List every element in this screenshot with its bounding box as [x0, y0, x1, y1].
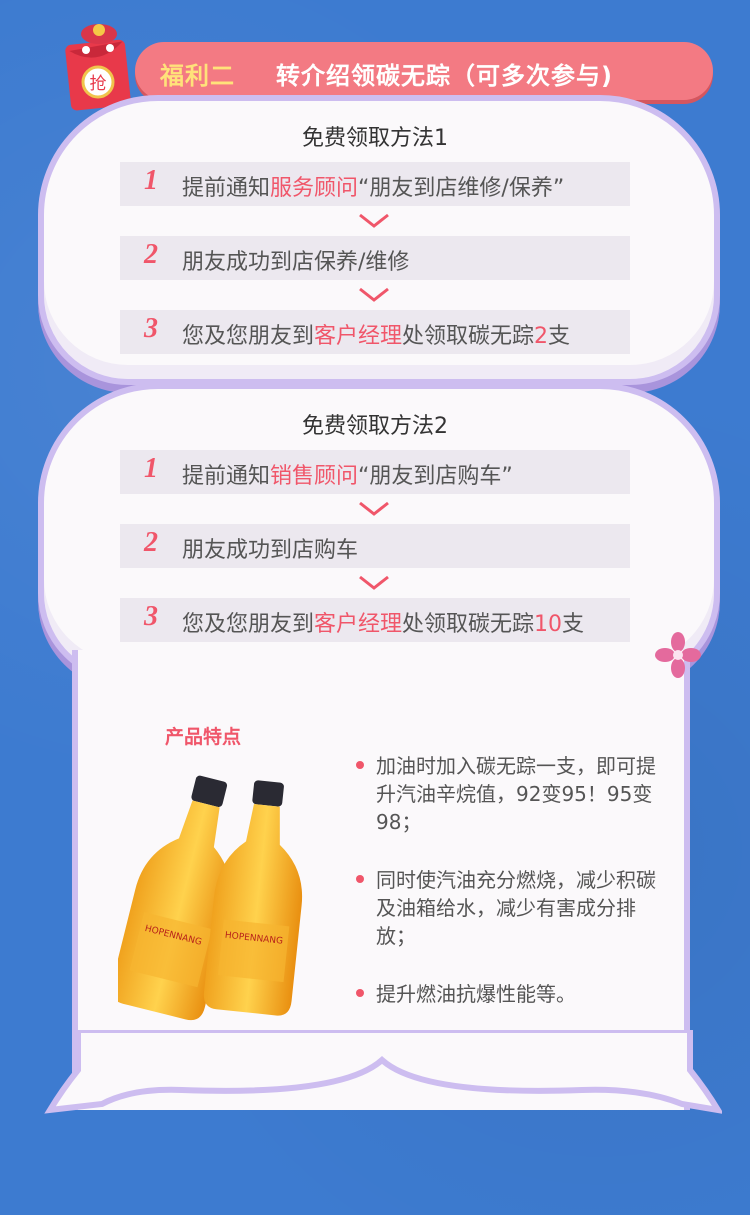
step-text: 您及您朋友到客户经理处领取碳无踪10支 [182, 612, 585, 637]
step-number: 1 [144, 453, 158, 484]
product-features-title: 产品特点 [165, 726, 242, 748]
step-number: 3 [144, 313, 158, 344]
bullet-icon [356, 761, 364, 769]
step-text: 朋友成功到店保养/维修 [182, 250, 410, 275]
chevron-down-icon [359, 501, 389, 516]
method1-step-3: 3 您及您朋友到客户经理处领取碳无踪2支 [120, 310, 630, 354]
step-number: 1 [144, 165, 158, 196]
step-number: 2 [144, 239, 158, 270]
step-text: 您及您朋友到客户经理处领取碳无踪2支 [182, 324, 571, 349]
feature-item: 提升燃油抗爆性能等。 [356, 980, 656, 1008]
method2-step-3: 3 您及您朋友到客户经理处领取碳无踪10支 [120, 598, 630, 642]
step-number: 2 [144, 527, 158, 558]
method1-step-2: 2 朋友成功到店保养/维修 [120, 236, 630, 280]
scroll-bottom-edge [44, 1030, 722, 1114]
step-text: 提前通知服务顾问“朋友到店维修/保养” [182, 176, 565, 201]
step-text: 提前通知销售顾问“朋友到店购车” [182, 464, 513, 489]
bullet-icon [356, 989, 364, 997]
flower-decoration-icon [655, 632, 701, 678]
method2-step-1: 1 提前通知销售顾问“朋友到店购车” [120, 450, 630, 494]
step-text: 朋友成功到店购车 [182, 538, 359, 563]
red-envelope-mascot-icon: 抢 [65, 24, 131, 111]
method2-title: 免费领取方法2 [302, 414, 448, 439]
chevron-down-icon [359, 575, 389, 590]
method2-step-2: 2 朋友成功到店购车 [120, 524, 630, 568]
method1-title: 免费领取方法1 [302, 126, 448, 151]
feature-item: 同时使汽油充分燃烧，减少积碳及油箱给水，减少有害成分排放； [356, 866, 656, 950]
bullet-icon [356, 875, 364, 883]
product-bottles-image: HOPENNANG HOPENNANG [118, 775, 303, 1021]
method1-step-1: 1 提前通知服务顾问“朋友到店维修/保养” [120, 162, 630, 206]
feature-item: 加油时加入碳无踪一支，即可提升汽油辛烷值，92变95！95变98； [356, 752, 656, 836]
chevron-down-icon [359, 287, 389, 302]
step-number: 3 [144, 601, 158, 632]
mascot-badge: 抢 [90, 74, 107, 94]
header-title: 福利二 [160, 62, 235, 90]
header-subtitle: 转介绍领碳无踪（可多次参与) [276, 62, 613, 90]
product-features-list: 加油时加入碳无踪一支，即可提升汽油辛烷值，92变95！95变98； 同时使汽油充… [356, 752, 656, 1038]
chevron-down-icon [359, 213, 389, 228]
